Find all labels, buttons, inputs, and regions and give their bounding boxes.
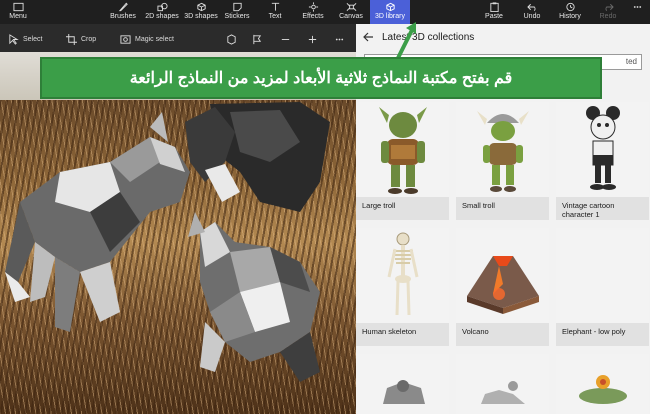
model-thumbnail <box>356 102 449 197</box>
clock-icon <box>565 2 575 12</box>
model-name: Volcano <box>462 327 489 336</box>
text-button[interactable]: Text <box>264 0 286 24</box>
more-icon <box>335 38 344 40</box>
cursor-icon <box>9 33 19 45</box>
menu-button[interactable]: Menu <box>4 0 32 24</box>
3d-library-button[interactable]: 3D library <box>370 0 410 24</box>
minus-icon <box>281 38 290 40</box>
model-tile-elephant-low-poly[interactable]: Elephant - low poly <box>556 228 649 346</box>
model-name: Large troll <box>362 201 396 210</box>
undo-icon <box>526 3 535 11</box>
model-name: Small troll <box>462 201 495 210</box>
drawing-canvas[interactable] <box>0 52 356 414</box>
redo-icon <box>605 3 614 11</box>
model-thumbnail <box>356 228 449 323</box>
undo-button[interactable]: Undo <box>520 0 544 24</box>
redo-button[interactable]: Redo <box>596 0 620 24</box>
model-name: Vintage cartoon character 1 <box>562 201 615 219</box>
paste-button[interactable]: Paste <box>482 0 506 24</box>
low-poly-wolves-image <box>5 102 330 382</box>
clipboard-icon <box>489 2 499 12</box>
text-icon <box>271 2 279 11</box>
selection-toolbar: Select Crop Magic select <box>0 24 356 52</box>
history-button[interactable]: History <box>556 0 584 24</box>
crop-icon <box>66 33 77 45</box>
flag-button[interactable] <box>252 33 263 45</box>
select-button[interactable]: Select <box>8 33 42 45</box>
shapes-2d-icon <box>156 2 168 12</box>
sticker-icon <box>232 2 242 12</box>
more-button[interactable] <box>628 0 646 24</box>
model-thumbnail <box>556 354 649 414</box>
model-tile-human-skeleton[interactable]: Human skeleton <box>356 228 449 346</box>
effects-button[interactable]: Effects <box>300 0 326 24</box>
zoom-out-button[interactable] <box>280 33 291 45</box>
magic-select-icon <box>120 34 131 44</box>
zoom-in-button[interactable] <box>307 33 318 45</box>
model-tile-row3-1[interactable] <box>356 354 449 414</box>
rotate-icon <box>227 33 236 45</box>
instruction-banner: قم بفتح مكتبة النماذج ثلاثية الأبعاد لمز… <box>40 57 602 99</box>
model-thumbnail <box>356 354 449 414</box>
stickers-button[interactable]: Stickers <box>222 0 252 24</box>
cube-icon <box>196 2 206 12</box>
brushes-button[interactable]: Brushes <box>108 0 138 24</box>
model-name: Elephant - low poly <box>562 327 626 336</box>
model-tile-row3-3[interactable] <box>556 354 649 414</box>
model-thumbnail <box>456 354 549 414</box>
top-toolbar: Menu Brushes 2D shapes 3D shapes Sticker… <box>0 0 650 24</box>
canvas-button[interactable]: Canvas <box>337 0 365 24</box>
model-thumbnail <box>456 228 549 323</box>
brush-icon <box>118 2 128 12</box>
model-thumbnail-placeholder <box>556 228 649 323</box>
pointer-arrow-icon <box>394 22 416 62</box>
shapes-3d-button[interactable]: 3D shapes <box>183 0 219 24</box>
crop-button[interactable]: Crop <box>66 33 96 45</box>
subbar-more-button[interactable] <box>334 33 345 45</box>
back-arrow-icon[interactable] <box>362 31 374 43</box>
canvas-icon <box>346 3 356 11</box>
3d-library-icon <box>385 2 395 12</box>
model-tile-small-troll[interactable]: Small troll <box>456 102 549 220</box>
magic-select-button[interactable]: Magic select <box>120 33 174 45</box>
sun-icon <box>308 2 318 12</box>
more-icon <box>633 6 641 8</box>
shapes-2d-button[interactable]: 2D shapes <box>144 0 180 24</box>
model-name: Human skeleton <box>362 327 417 336</box>
model-thumbnail <box>456 102 549 197</box>
model-tile-volcano[interactable]: Volcano <box>456 228 549 346</box>
banner-text: قم بفتح مكتبة النماذج ثلاثية الأبعاد لمز… <box>129 70 513 87</box>
flag-icon <box>253 34 262 44</box>
rotate-view-button[interactable] <box>226 33 237 45</box>
model-thumbnail <box>556 102 649 197</box>
plus-icon <box>308 35 317 43</box>
menu-icon <box>12 2 24 12</box>
model-tile-row3-2[interactable] <box>456 354 549 414</box>
model-tile-vintage-cartoon-character[interactable]: Vintage cartoon character 1 <box>556 102 649 220</box>
model-tile-large-troll[interactable]: Large troll <box>356 102 449 220</box>
